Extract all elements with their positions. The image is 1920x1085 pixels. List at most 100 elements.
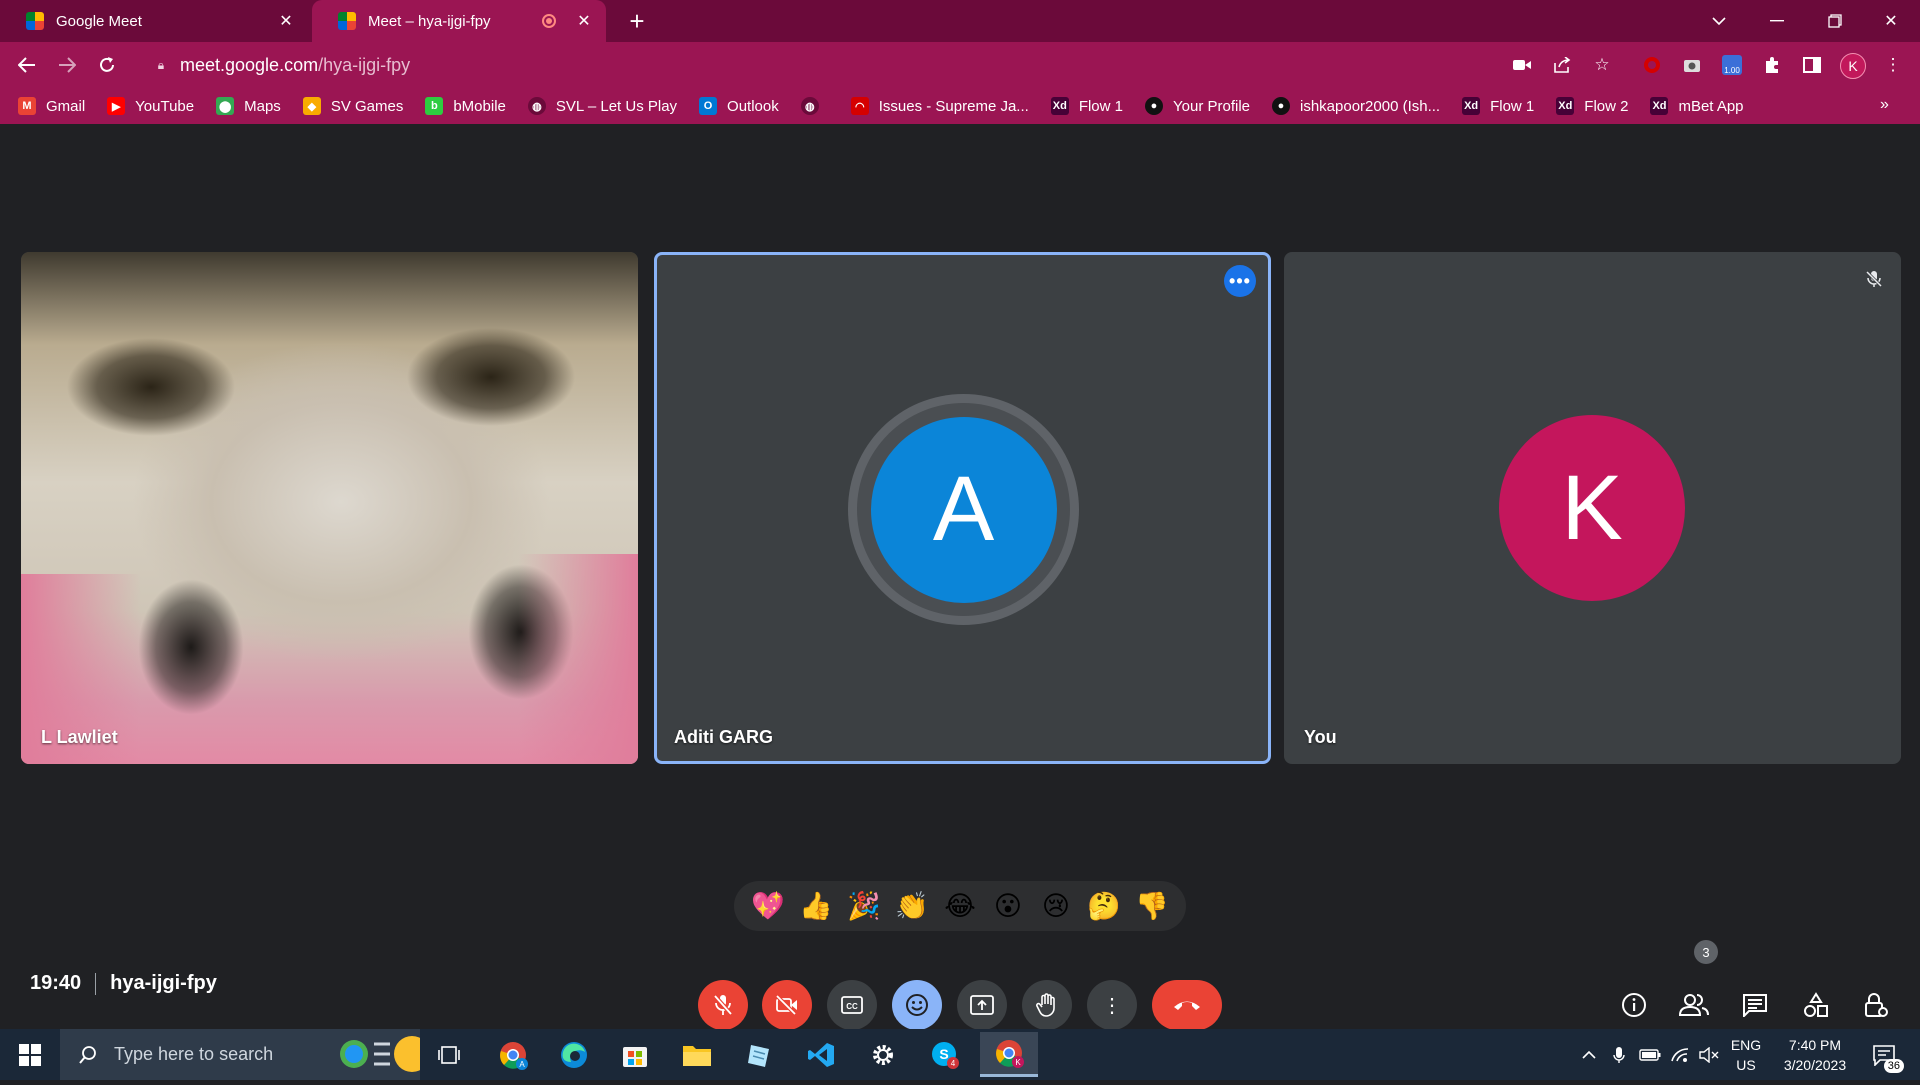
meeting-info-icon[interactable] <box>1611 982 1657 1028</box>
bookmark-item[interactable]: ▶ YouTube <box>107 97 194 115</box>
reaction-emoji-button[interactable]: 👏 <box>892 886 932 926</box>
bookmark-item[interactable]: ⬤ Maps <box>216 97 281 115</box>
bookmark-item[interactable]: ◠ Issues - Supreme Ja... <box>850 97 1029 115</box>
more-options-button[interactable]: ⋮ <box>1087 980 1137 1030</box>
bookmark-label: Issues - Supreme Ja... <box>878 97 1029 115</box>
bookmark-item[interactable]: ● ishkapoor2000 (Ish... <box>1272 97 1440 115</box>
browser-toolbar: 🔒︎ meet.google.com/hya-ijgi-fpy ☆ 1.00 ⋮ <box>0 42 1920 88</box>
screenshot-extension-icon[interactable] <box>1679 52 1705 78</box>
bookmarks-bar: M Gmail ▶ YouTube ⬤ Maps ◆ SV Games b bMobile ◍ SVL… <box>0 88 1920 124</box>
notes-app-icon[interactable] <box>730 1032 788 1077</box>
bookmark-item[interactable]: ◆ SV Games <box>302 97 403 115</box>
people-icon[interactable] <box>1671 982 1717 1028</box>
skype-icon[interactable]: S4 <box>916 1032 974 1077</box>
reaction-emoji-button[interactable]: 💖 <box>748 886 788 926</box>
chat-icon[interactable] <box>1732 982 1778 1028</box>
new-tab-button[interactable]: + <box>622 6 652 36</box>
present-screen-button[interactable] <box>957 980 1007 1030</box>
reaction-emoji-button[interactable]: 😮 <box>988 886 1028 926</box>
close-tab-icon[interactable]: ✕ <box>276 11 296 31</box>
close-tab-icon[interactable]: ✕ <box>574 11 594 31</box>
tab-title: Google Meet <box>56 12 142 30</box>
chrome-profile-a-icon[interactable]: A <box>484 1032 542 1077</box>
close-window-button[interactable]: ✕ <box>1862 0 1920 42</box>
github-icon: ● <box>1272 97 1290 115</box>
url-text: meet.google.com/hya-ijgi-fpy <box>180 54 411 75</box>
host-controls-icon[interactable] <box>1853 982 1899 1028</box>
tab-google-meet[interactable]: Google Meet ✕ <box>0 0 308 42</box>
bookmark-item[interactable]: ◍ SVL – Let Us Play <box>527 97 677 115</box>
participant-tile-self[interactable]: K You <box>1284 252 1901 764</box>
settings-gear-icon[interactable] <box>854 1032 912 1077</box>
lock-icon[interactable]: 🔒︎ <box>154 58 168 72</box>
bookmark-item[interactable]: Xd Flow 2 <box>1556 97 1628 115</box>
notification-center-icon[interactable]: 36 <box>1866 1041 1904 1073</box>
chrome-profile-k-icon[interactable]: K <box>980 1032 1038 1077</box>
leave-call-button[interactable] <box>1152 980 1222 1030</box>
show-hidden-icons-chevron-icon[interactable] <box>1578 1029 1600 1080</box>
participant-tile-speaking[interactable]: ••• A Aditi GARG <box>654 252 1271 764</box>
share-icon[interactable] <box>1549 52 1575 78</box>
wifi-icon[interactable] <box>1668 1029 1692 1080</box>
system-clock[interactable]: 7:40 PM 3/20/2023 <box>1770 1035 1860 1075</box>
edge-icon[interactable] <box>545 1032 603 1077</box>
clock-date: 3/20/2023 <box>1783 1057 1847 1073</box>
tab-meet-call[interactable]: Meet – hya-ijgi-fpy ✕ <box>312 0 606 42</box>
reaction-emoji-button[interactable]: 😂 <box>940 886 980 926</box>
bookmark-item[interactable]: O Outlook <box>699 97 779 115</box>
bookmark-item[interactable]: M Gmail <box>18 97 85 115</box>
more-bookmarks-icon[interactable]: » <box>1880 96 1898 114</box>
reload-icon[interactable] <box>92 50 122 80</box>
extension-red-icon[interactable] <box>1639 52 1665 78</box>
reaction-emoji-button[interactable]: 🤔 <box>1084 886 1124 926</box>
address-bar[interactable]: 🔒︎ meet.google.com/hya-ijgi-fpy <box>140 48 1680 82</box>
back-arrow-icon[interactable] <box>12 50 42 80</box>
camera-toggle-button[interactable] <box>762 980 812 1030</box>
bookmark-star-icon[interactable]: ☆ <box>1589 52 1615 78</box>
bookmark-item[interactable]: b bMobile <box>425 97 506 115</box>
translate-extension-icon[interactable]: 1.00 <box>1719 52 1745 78</box>
bookmark-item[interactable]: Xd Flow 1 <box>1462 97 1534 115</box>
task-view-icon[interactable] <box>420 1032 478 1077</box>
file-explorer-icon[interactable] <box>668 1032 726 1077</box>
participant-tile-video[interactable]: L Lawliet <box>21 252 638 764</box>
bookmark-item[interactable]: ● Your Profile <box>1145 97 1250 115</box>
restore-button[interactable] <box>1806 0 1864 42</box>
side-panel-icon[interactable] <box>1799 52 1825 78</box>
recording-indicator-icon <box>542 14 556 28</box>
bookmark-item[interactable]: Xd Flow 1 <box>1050 97 1123 115</box>
reaction-emoji-button[interactable]: 😢 <box>1036 886 1076 926</box>
tab-search-icon[interactable] <box>1690 0 1748 42</box>
reactions-button[interactable] <box>892 980 942 1030</box>
google-meet-icon <box>26 12 44 30</box>
reaction-emoji-button[interactable]: 👍 <box>796 886 836 926</box>
microphone-tray-icon[interactable] <box>1608 1029 1630 1080</box>
reaction-emoji-button[interactable]: 👎 <box>1132 886 1172 926</box>
browser-menu-icon[interactable]: ⋮ <box>1880 52 1906 78</box>
bookmark-item[interactable]: Xd mBet App <box>1650 97 1744 115</box>
microphone-toggle-button[interactable] <box>698 980 748 1030</box>
windows-start-icon[interactable] <box>0 1029 60 1080</box>
microsoft-store-icon[interactable] <box>606 1032 664 1077</box>
bookmark-label: ishkapoor2000 (Ish... <box>1300 97 1441 115</box>
language-indicator[interactable]: ENG US <box>1726 1035 1766 1075</box>
bookmark-label: Your Profile <box>1173 97 1250 115</box>
people-count-badge: 3 <box>1694 940 1718 964</box>
captions-button[interactable]: CC <box>827 980 877 1030</box>
activities-icon[interactable] <box>1793 982 1839 1028</box>
more-options-icon[interactable]: ••• <box>1224 265 1256 297</box>
camera-in-use-icon[interactable] <box>1509 52 1535 78</box>
battery-icon[interactable] <box>1638 1029 1662 1080</box>
raise-hand-button[interactable] <box>1022 980 1072 1030</box>
vscode-icon[interactable] <box>792 1032 850 1077</box>
participant-name: You <box>1304 727 1337 747</box>
bookmark-item[interactable]: ◍ <box>800 97 829 115</box>
forward-arrow-icon[interactable] <box>52 50 82 80</box>
extensions-puzzle-icon[interactable] <box>1759 52 1785 78</box>
taskbar-search-box[interactable]: Type here to search <box>60 1029 430 1080</box>
svg-text:S: S <box>939 1046 948 1062</box>
minimize-button[interactable] <box>1748 0 1806 42</box>
profile-avatar[interactable]: K <box>1840 53 1866 79</box>
reaction-emoji-button[interactable]: 🎉 <box>844 886 884 926</box>
speaker-muted-icon[interactable] <box>1697 1029 1721 1080</box>
